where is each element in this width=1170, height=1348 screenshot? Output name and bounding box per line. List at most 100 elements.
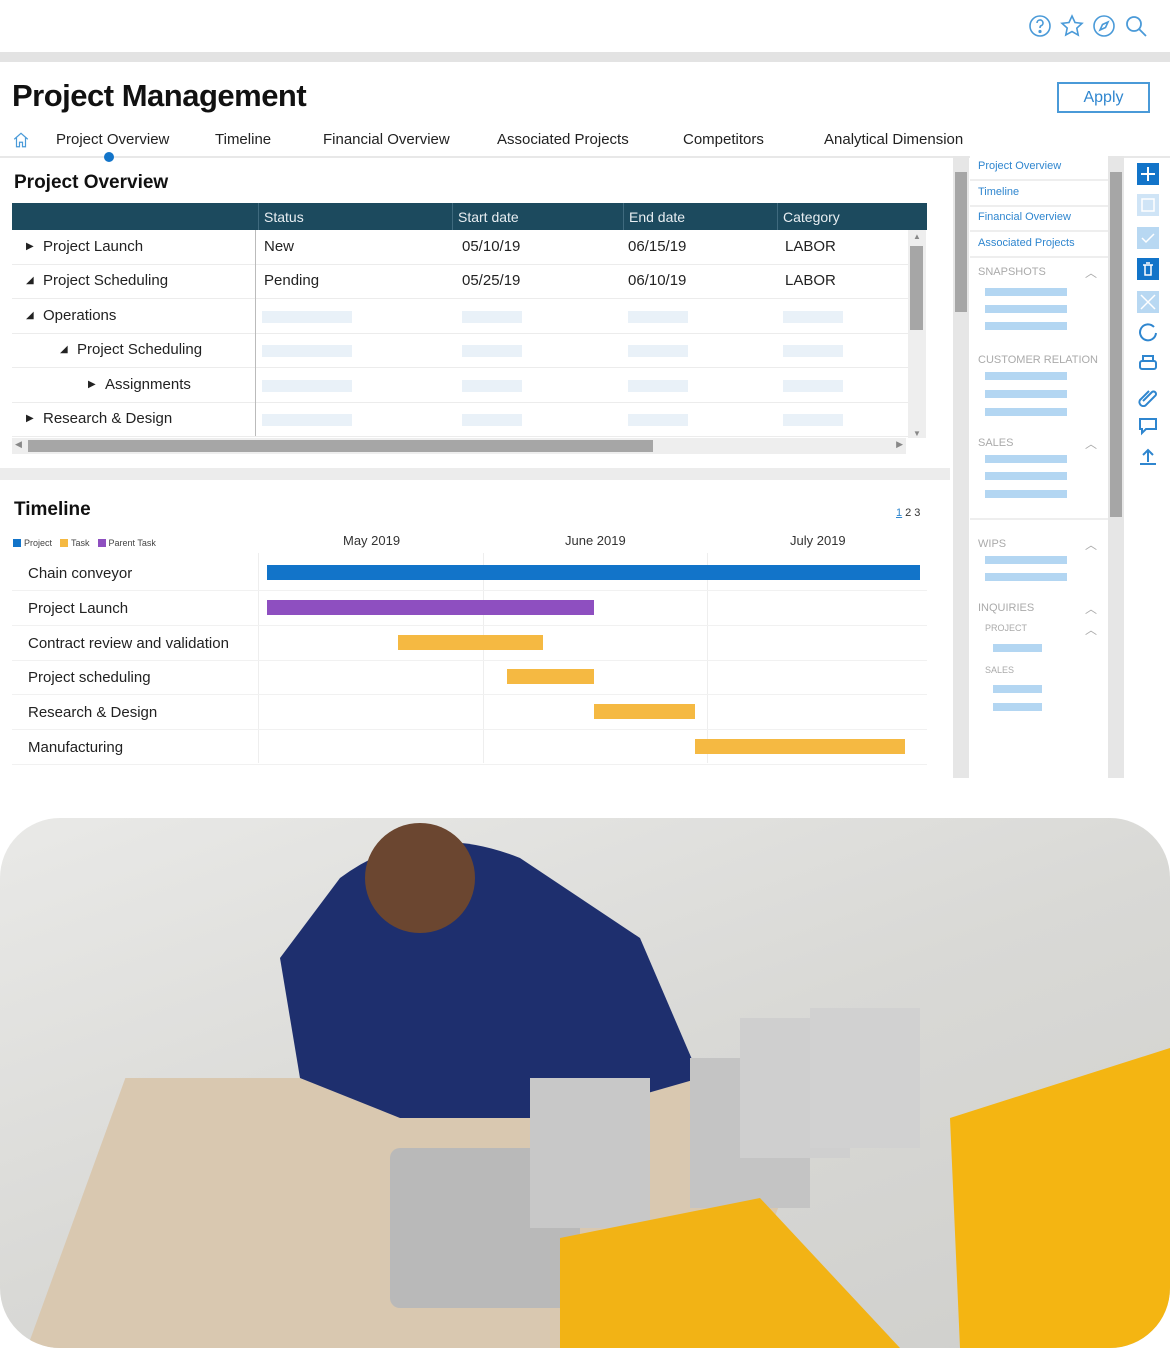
- tab-analytical-dimension[interactable]: Analytical Dimension: [824, 131, 963, 148]
- legend-swatch: [60, 539, 69, 547]
- star-icon[interactable]: [1060, 14, 1084, 38]
- legend-item: Parent Task: [97, 538, 156, 548]
- chevron-up-icon[interactable]: ︿: [1085, 600, 1097, 617]
- page-title: Project Management: [12, 78, 307, 113]
- column-header[interactable]: Start date: [458, 209, 519, 225]
- placeholder-item[interactable]: [985, 288, 1067, 296]
- header-divider: [258, 203, 259, 230]
- placeholder-item[interactable]: [985, 472, 1067, 480]
- table-row[interactable]: ◢ Operations: [12, 299, 908, 334]
- placeholder-item[interactable]: [985, 408, 1067, 416]
- sidebar-section-header[interactable]: WIPS: [978, 538, 1006, 550]
- placeholder-item[interactable]: [985, 390, 1067, 398]
- save-icon[interactable]: [1137, 194, 1159, 216]
- check-icon[interactable]: [1137, 227, 1159, 249]
- placeholder-item[interactable]: [985, 322, 1067, 330]
- placeholder-item[interactable]: [993, 685, 1042, 693]
- trash-icon[interactable]: [1137, 258, 1159, 280]
- placeholder-item[interactable]: [985, 305, 1067, 313]
- table-row[interactable]: ▶ Project Launch New 05/10/19 06/15/19 LABOR: [12, 230, 908, 265]
- gantt-bar[interactable]: [267, 565, 920, 580]
- sidebar-link[interactable]: Financial Overview: [978, 211, 1071, 223]
- table-horizontal-scrollbar[interactable]: ◀ ▶: [12, 438, 906, 454]
- placeholder-cell: [628, 311, 688, 323]
- help-icon[interactable]: [1028, 14, 1052, 38]
- placeholder-item[interactable]: [985, 490, 1067, 498]
- section-divider: [0, 468, 950, 480]
- page-link[interactable]: 2: [905, 507, 911, 519]
- sidebar-section-header[interactable]: SNAPSHOTS: [978, 266, 1046, 278]
- gridline: [707, 553, 708, 763]
- task-label: Contract review and validation: [28, 634, 229, 652]
- tab-competitors[interactable]: Competitors: [683, 131, 764, 148]
- page-link[interactable]: 1: [896, 507, 902, 519]
- table-row[interactable]: ▶ Assignments: [12, 368, 908, 403]
- table-vertical-scrollbar[interactable]: ▲ ▼: [908, 230, 926, 438]
- tab-associated-projects[interactable]: Associated Projects: [497, 131, 629, 148]
- placeholder-cell: [262, 380, 352, 392]
- gantt-bar[interactable]: [695, 739, 906, 754]
- compass-icon[interactable]: [1092, 14, 1116, 38]
- cell-start: 05/10/19: [462, 238, 521, 255]
- chevron-up-icon[interactable]: ︿: [1085, 536, 1097, 553]
- tab-timeline[interactable]: Timeline: [215, 131, 271, 148]
- tab-project-overview[interactable]: Project Overview: [56, 131, 169, 148]
- sidebar-link[interactable]: Project Overview: [978, 160, 1061, 172]
- gantt-bar[interactable]: [267, 599, 594, 615]
- chevron-up-icon[interactable]: ︿: [1085, 621, 1097, 638]
- sidebar-section-header[interactable]: PROJECT: [985, 623, 1027, 633]
- sidebar-link[interactable]: Timeline: [978, 186, 1019, 198]
- left-panel-scrollbar[interactable]: [953, 156, 969, 778]
- tab-financial-overview[interactable]: Financial Overview: [323, 131, 450, 148]
- toggle-collapsed-icon[interactable]: ▶: [88, 379, 96, 390]
- refresh-icon[interactable]: [1137, 321, 1159, 343]
- sidebar-divider: [970, 518, 1108, 520]
- placeholder-item[interactable]: [993, 703, 1042, 711]
- legend-swatch: [13, 539, 21, 547]
- sidebar-section-header[interactable]: INQUIRIES: [978, 602, 1034, 614]
- attach-icon[interactable]: [1137, 385, 1159, 408]
- placeholder-item[interactable]: [993, 644, 1042, 652]
- search-icon[interactable]: [1124, 14, 1148, 38]
- close-icon[interactable]: [1137, 291, 1159, 313]
- toggle-expanded-icon[interactable]: ◢: [26, 310, 34, 321]
- placeholder-item[interactable]: [985, 372, 1067, 380]
- toggle-expanded-icon[interactable]: ◢: [60, 344, 68, 355]
- placeholder-item[interactable]: [985, 573, 1067, 581]
- legend-label: Parent Task: [108, 538, 156, 548]
- toggle-collapsed-icon[interactable]: ▶: [26, 241, 34, 252]
- toggle-expanded-icon[interactable]: ◢: [26, 275, 34, 286]
- sidebar-section-header[interactable]: SALES: [978, 437, 1013, 449]
- comment-icon[interactable]: [1137, 415, 1159, 437]
- column-header[interactable]: End date: [629, 209, 685, 225]
- column-header[interactable]: Status: [264, 209, 304, 225]
- table-row[interactable]: ◢ Project Scheduling Pending 05/25/19 06/10/…: [12, 264, 908, 299]
- sidebar-section-header[interactable]: SALES: [985, 665, 1014, 675]
- page-link[interactable]: 3: [914, 507, 920, 519]
- chevron-up-icon[interactable]: ︿: [1085, 435, 1097, 452]
- chevron-up-icon[interactable]: ︿: [1085, 264, 1097, 281]
- gantt-row-divider: [12, 694, 927, 696]
- print-icon[interactable]: [1137, 353, 1159, 375]
- gantt-bar[interactable]: [593, 704, 695, 720]
- home-icon[interactable]: [12, 131, 30, 149]
- sidebar-scrollbar[interactable]: [1108, 156, 1124, 778]
- row-name: Operations: [43, 307, 117, 324]
- gantt-bar[interactable]: [506, 669, 594, 685]
- table-row[interactable]: ▶ Research & Design: [12, 402, 908, 437]
- add-icon[interactable]: [1137, 163, 1159, 185]
- apply-button[interactable]: Apply: [1057, 82, 1150, 113]
- upload-icon[interactable]: [1137, 446, 1159, 468]
- toggle-collapsed-icon[interactable]: ▶: [26, 413, 34, 424]
- column-header[interactable]: Category: [783, 209, 840, 225]
- placeholder-cell: [783, 380, 843, 392]
- row-name: Project Scheduling: [77, 341, 203, 358]
- placeholder-item[interactable]: [985, 556, 1067, 564]
- placeholder-cell: [783, 414, 843, 426]
- gantt-bar[interactable]: [397, 634, 543, 650]
- placeholder-item[interactable]: [985, 455, 1067, 463]
- sidebar-link[interactable]: Associated Projects: [978, 237, 1075, 249]
- month-label: May 2019: [343, 533, 401, 548]
- sidebar-section-header[interactable]: CUSTOMER RELATION: [978, 354, 1098, 366]
- table-row[interactable]: ◢ Project Scheduling: [12, 333, 908, 368]
